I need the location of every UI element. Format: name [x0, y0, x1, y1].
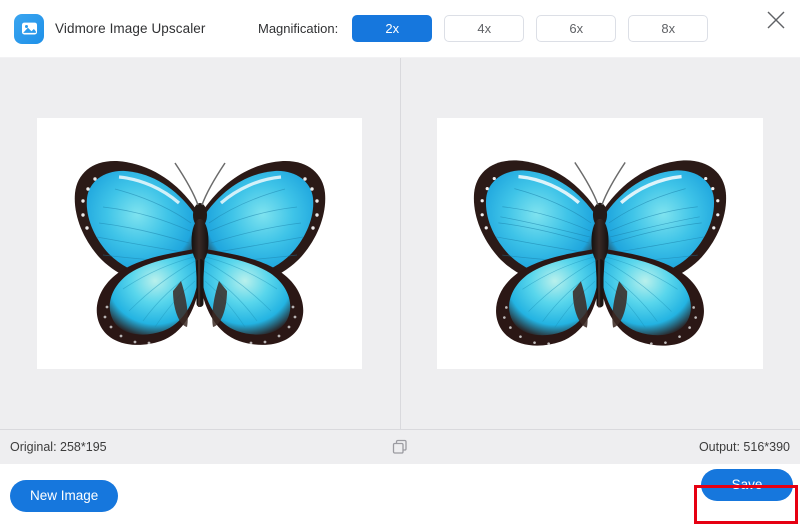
app-header: Vidmore Image Upscaler Magnification: 2x… — [0, 0, 800, 57]
compare-overlapping-squares-icon[interactable] — [389, 436, 411, 458]
magnification-option-6x[interactable]: 6x — [536, 15, 616, 42]
preview-area — [0, 57, 800, 429]
original-size-label: Original: 258*195 — [10, 440, 107, 454]
status-bar: Original: 258*195 Output: 516*390 — [0, 429, 800, 464]
magnification-option-4x[interactable]: 4x — [444, 15, 524, 42]
new-image-button[interactable]: New Image — [10, 480, 118, 512]
butterfly-image-right — [437, 118, 763, 369]
upscaled-image-pane — [400, 58, 800, 429]
image-upscaler-logo-icon — [14, 14, 44, 44]
magnification-option-8x[interactable]: 8x — [628, 15, 708, 42]
image-upscaler-window: Vidmore Image Upscaler Magnification: 2x… — [0, 0, 800, 527]
magnification-option-2x[interactable]: 2x — [352, 15, 432, 42]
magnification-label: Magnification: — [258, 21, 338, 36]
output-size-label: Output: 516*390 — [699, 440, 790, 454]
app-title: Vidmore Image Upscaler — [55, 21, 206, 36]
original-image[interactable] — [37, 118, 362, 369]
magnification-group: Magnification: 2x 4x 6x 8x — [258, 0, 708, 57]
brand: Vidmore Image Upscaler — [14, 14, 206, 44]
upscaled-image[interactable] — [437, 118, 763, 369]
footer-bar: New Image Save — [0, 464, 800, 527]
save-button[interactable]: Save — [701, 469, 793, 501]
magnification-options: 2x 4x 6x 8x — [352, 15, 708, 42]
original-image-pane — [0, 58, 400, 429]
close-icon[interactable] — [758, 2, 794, 38]
butterfly-image-left — [37, 118, 362, 369]
save-button-container: Save — [694, 464, 800, 505]
